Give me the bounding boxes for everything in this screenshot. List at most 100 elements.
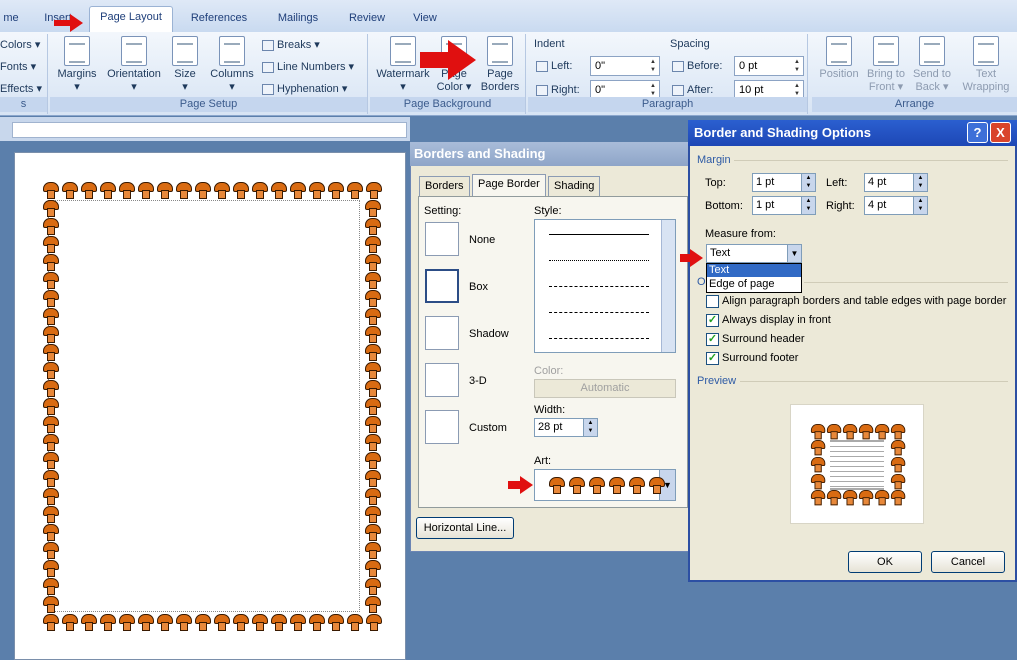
ok-button[interactable]: OK [848,551,922,573]
mushroom-art-icon [568,477,585,494]
width-input[interactable]: 28 pt ▲ ▼ [534,418,598,437]
mushroom-art-icon [289,182,306,199]
breaks-button[interactable]: Breaks ▾ [262,38,320,51]
mushroom-art-icon [842,424,858,440]
indent-right-spinner-icon[interactable]: ▲ ▼ [648,82,658,98]
colors-button[interactable]: Colors ▾ [0,38,40,51]
mushroom-art-icon [42,236,59,253]
surround-footer-label[interactable]: Surround footer [722,352,798,364]
setting-custom-label[interactable]: Custom [469,422,507,434]
mushroom-art-icon [156,614,173,631]
mushroom-art-icon [42,416,59,433]
orientation-button[interactable]: Orientation ▾ [102,36,166,94]
style-dashed-line[interactable] [549,286,649,287]
hyphenation-button[interactable]: Hyphenation ▾ [262,82,347,95]
align-borders-label[interactable]: Align paragraph borders and table edges … [722,295,1006,307]
tab-references[interactable]: References [184,8,254,30]
setting-none-label[interactable]: None [469,234,495,246]
left-input[interactable]: 4 pt ▲ ▼ [864,173,928,192]
setting-3d-label[interactable]: 3-D [469,375,487,387]
line-numbers-button[interactable]: Line Numbers ▾ [262,60,354,73]
setting-3d-icon[interactable] [425,363,459,397]
measure-from-options[interactable]: Text Edge of page [706,263,802,293]
indent-left-input[interactable]: 0" ▲ ▼ [590,56,660,76]
right-spinner-icon[interactable]: ▲ ▼ [913,197,927,214]
setting-box-icon[interactable] [425,269,459,303]
setting-shadow-icon[interactable] [425,316,459,350]
group-arrange: Position Bring to Front ▾ Send to Back ▾ T… [812,34,1017,114]
measure-option-edge-of-page[interactable]: Edge of page [707,277,801,291]
red-arrow-tabs [70,14,83,32]
measure-option-text[interactable]: Text [707,264,801,277]
setting-box-label[interactable]: Box [469,281,488,293]
bring-to-front-button[interactable]: Bring to Front ▾ [864,36,908,94]
indent-right-icon [536,84,548,96]
mushroom-art-icon [194,614,211,631]
cancel-button[interactable]: Cancel [931,551,1005,573]
always-front-label[interactable]: Always display in front [722,314,831,326]
tab-page-layout[interactable]: Page Layout [89,6,173,32]
indent-label: Indent [534,38,565,50]
measure-from-arrow-icon[interactable]: ▼ [787,245,801,262]
surround-footer-checkbox[interactable]: ✓ [706,352,719,365]
help-icon[interactable]: ? [967,122,988,143]
tab-shading[interactable]: Shading [548,176,601,196]
always-front-checkbox[interactable]: ✓ [706,314,719,327]
mushroom-art-icon [364,434,381,451]
style-solid-line[interactable] [549,234,649,235]
indent-left-spinner-icon[interactable]: ▲ ▼ [648,58,658,74]
text-wrapping-button[interactable]: Text Wrapping [958,36,1014,94]
size-button[interactable]: Size ▾ [170,36,200,94]
bottom-spinner-icon[interactable]: ▲ ▼ [801,197,815,214]
setting-none-icon[interactable] [425,222,459,256]
fonts-button[interactable]: Fonts ▾ [0,60,36,73]
setting-shadow-label[interactable]: Shadow [469,328,509,340]
bottom-input[interactable]: 1 pt ▲ ▼ [752,196,816,215]
tab-page-border[interactable]: Page Border [472,174,546,198]
page-borders-button[interactable]: Page Borders [478,36,522,94]
tab-mailings[interactable]: Mailings [268,8,328,30]
right-input[interactable]: 4 pt ▲ ▼ [864,196,928,215]
mushroom-art-icon [608,477,625,494]
color-dropdown[interactable]: Automatic [534,379,676,398]
spacing-before-input[interactable]: 0 pt ▲ ▼ [734,56,804,76]
mushroom-art-icon [289,614,306,631]
spacing-before-spinner-icon[interactable]: ▲ ▼ [792,58,802,74]
style-dotted-line[interactable] [549,260,649,261]
left-spinner-icon[interactable]: ▲ ▼ [913,174,927,191]
red-arrow-stem-page-borders [420,52,448,68]
mushroom-art-icon [364,578,381,595]
style-long-dash-line[interactable] [549,312,649,313]
style-list[interactable] [534,219,676,353]
send-to-back-button[interactable]: Send to Back ▾ [910,36,954,94]
tab-review[interactable]: Review [342,8,392,30]
width-spinner-icon[interactable]: ▲ ▼ [583,419,597,436]
surround-header-label[interactable]: Surround header [722,333,805,345]
spacing-after-spinner-icon[interactable]: ▲ ▼ [792,82,802,98]
align-borders-checkbox[interactable] [706,295,719,308]
horizontal-ruler[interactable] [12,122,407,138]
top-input[interactable]: 1 pt ▲ ▼ [752,173,816,192]
tab-home[interactable]: me [0,8,22,30]
tab-borders[interactable]: Borders [419,176,470,196]
style-dash-dot-line[interactable] [549,338,649,339]
surround-header-checkbox[interactable]: ✓ [706,333,719,346]
mushroom-art-icon [648,477,665,494]
art-label: Art: [534,455,552,467]
mushroom-art-icon [42,488,59,505]
columns-button[interactable]: Columns ▾ [206,36,258,94]
style-list-scrollbar[interactable] [661,220,675,352]
position-button[interactable]: Position [816,36,862,81]
top-spinner-icon[interactable]: ▲ ▼ [801,174,815,191]
effects-button[interactable]: Effects ▾ [0,82,42,95]
mushroom-art-icon [364,398,381,415]
close-icon[interactable]: X [990,122,1011,143]
setting-custom-icon[interactable] [425,410,459,444]
measure-from-select[interactable]: Text ▼ [706,244,802,263]
mushroom-art-icon [842,490,858,506]
tab-view[interactable]: View [405,8,445,30]
margins-button[interactable]: Margins ▾ [54,36,100,94]
mushroom-art-icon [858,490,874,506]
mushroom-art-icon [890,440,906,456]
horizontal-line-button[interactable]: Horizontal Line... [416,517,514,539]
